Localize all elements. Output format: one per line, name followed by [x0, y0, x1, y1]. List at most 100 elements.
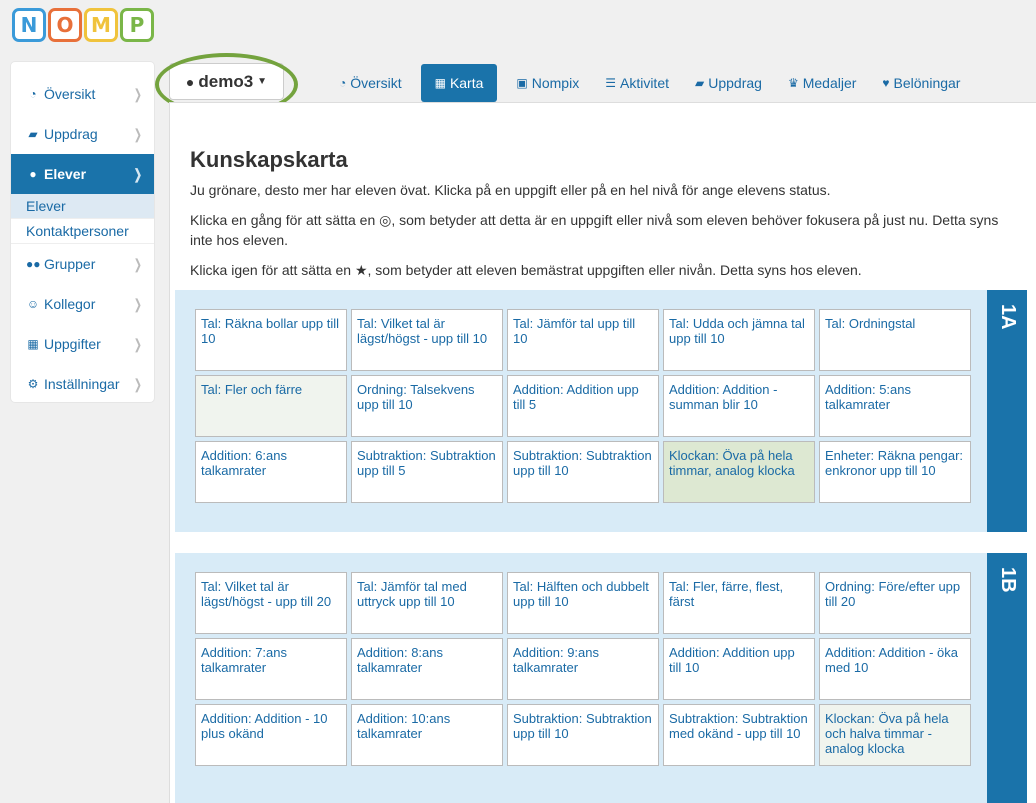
book-icon: ▰ — [28, 127, 38, 141]
tab-aktivitet[interactable]: ☰ Aktivitet — [592, 64, 682, 102]
sidebar-item-label: Elever — [44, 166, 87, 182]
tab-uppdrag[interactable]: ▰ Uppdrag — [682, 64, 775, 102]
task-cell[interactable]: Tal: Jämför tal upp till 10 — [507, 309, 659, 371]
task-cell[interactable]: Subtraktion: Subtraktion med okänd - upp… — [663, 704, 815, 766]
logo-tile-m: M — [84, 8, 118, 42]
tab-oversikt[interactable]: ◔ Översikt — [326, 64, 415, 102]
sidebar-item-uppdrag[interactable]: ▰ Uppdrag ❯ — [11, 114, 154, 154]
tab-label: Översikt — [350, 75, 402, 91]
tab-label: Aktivitet — [619, 75, 669, 91]
sidebar-item-label: Kollegor — [44, 296, 96, 312]
level-tab-1a[interactable]: 1A — [987, 290, 1027, 532]
tab-beloningar[interactable]: ♥ Belöningar — [869, 64, 973, 102]
logo-tile-n: N — [12, 8, 46, 42]
tab-karta[interactable]: ▦ Karta — [420, 64, 498, 102]
heart-icon: ♥ — [882, 76, 890, 90]
sidebar-item-elever[interactable]: ● Elever ❯ — [11, 154, 154, 194]
task-cell[interactable]: Ordning: Före/efter upp till 20 — [819, 572, 971, 634]
sidebar-item-uppgifter[interactable]: ▦ Uppgifter ❯ — [11, 324, 154, 364]
task-cell[interactable]: Tal: Fler och färre — [195, 375, 347, 437]
intro-text: Ju grönare, desto mer har eleven övat. K… — [190, 182, 831, 198]
caret-down-icon: ▼ — [257, 76, 268, 87]
task-cell[interactable]: Addition: 5:ans talkamrater — [819, 375, 971, 437]
book-icon: ▰ — [695, 76, 705, 90]
money-icon: ▣ — [516, 76, 528, 90]
task-cell[interactable]: Tal: Hälften och dubbelt upp till 10 — [507, 572, 659, 634]
chevron-right-icon: ❯ — [134, 126, 143, 142]
sidebar-item-kollegor[interactable]: ☺ Kollegor ❯ — [11, 284, 154, 324]
task-cell[interactable]: Addition: 9:ans talkamrater — [507, 638, 659, 700]
sidebar-subitem-kontaktpersoner[interactable]: Kontaktpersoner — [11, 219, 154, 244]
sidebar-item-grupper[interactable]: ●● Grupper ❯ — [11, 244, 154, 284]
task-cell[interactable]: Addition: Addition upp till 5 — [507, 375, 659, 437]
task-cell[interactable]: Addition: Addition - summan blir 10 — [663, 375, 815, 437]
star-text: Klicka igen för att sätta en ★, som bety… — [190, 262, 862, 278]
dashboard-icon: ◔ — [29, 87, 37, 101]
task-cell[interactable]: Tal: Vilket tal är lägst/högst - upp til… — [195, 572, 347, 634]
level-1b[interactable]: 1B Tal: Vilket tal är lägst/högst - upp … — [175, 553, 1027, 803]
chevron-right-icon: ❯ — [134, 256, 143, 272]
task-cell[interactable]: Tal: Räkna bollar upp till 10 — [195, 309, 347, 371]
list-icon: ☰ — [605, 76, 616, 90]
task-cell[interactable]: Addition: Addition - öka med 10 — [819, 638, 971, 700]
level-1a[interactable]: 1A Tal: Räkna bollar upp till 10 Tal: Vi… — [175, 290, 1027, 532]
sidebar-submenu: Elever Kontaktpersoner — [11, 194, 154, 244]
task-cell[interactable]: Tal: Vilket tal är lägst/högst - upp til… — [351, 309, 503, 371]
tab-label: Belöningar — [893, 75, 961, 91]
task-cell[interactable]: Addition: 8:ans talkamrater — [351, 638, 503, 700]
user-dropdown-button[interactable]: ● demo3 ▼ — [169, 63, 284, 100]
task-cell[interactable]: Tal: Ordningstal — [819, 309, 971, 371]
tab-nompix[interactable]: ▣ Nompix — [503, 64, 592, 102]
task-cell[interactable]: Addition: 10:ans talkamrater — [351, 704, 503, 766]
task-cell[interactable]: Tal: Fler, färre, flest, färst — [663, 572, 815, 634]
user-icon: ● — [29, 167, 37, 181]
grid-icon: ▦ — [434, 76, 446, 90]
logo-tile-p: P — [120, 8, 154, 42]
task-grid-1a: Tal: Räkna bollar upp till 10 Tal: Vilke… — [195, 309, 971, 503]
sidebar: ◔ Översikt ❯ ▰ Uppdrag ❯ ● Elever ❯ Elev… — [11, 62, 154, 402]
task-cell[interactable]: Addition: 7:ans talkamrater — [195, 638, 347, 700]
focus-text-line1: Klicka en gång för att sätta en ◎, som b… — [190, 212, 999, 228]
chevron-right-icon: ❯ — [134, 166, 143, 182]
task-cell[interactable]: Subtraktion: Subtraktion upp till 10 — [507, 704, 659, 766]
task-cell[interactable]: Tal: Jämför tal med uttryck upp till 10 — [351, 572, 503, 634]
level-tab-1b[interactable]: 1B — [987, 553, 1027, 803]
tab-label: Uppdrag — [708, 75, 762, 91]
tab-label: Karta — [449, 75, 484, 91]
task-cell[interactable]: Subtraktion: Subtraktion upp till 10 — [507, 441, 659, 503]
dashboard-icon: ◔ — [339, 76, 347, 90]
smile-icon: ☺ — [26, 297, 40, 311]
sidebar-item-label: Uppdrag — [44, 126, 98, 142]
chevron-right-icon: ❯ — [134, 336, 143, 352]
task-cell[interactable]: Subtraktion: Subtraktion upp till 5 — [351, 441, 503, 503]
gear-icon: ⚙ — [27, 377, 39, 391]
user-icon: ● — [185, 73, 195, 90]
sidebar-subitem-elever[interactable]: Elever — [11, 194, 154, 219]
tab-label: Nompix — [531, 75, 580, 91]
grid-icon: ▦ — [27, 337, 39, 351]
task-cell[interactable]: Addition: 6:ans talkamrater — [195, 441, 347, 503]
level-label: 1A — [997, 304, 1019, 330]
sidebar-item-installningar[interactable]: ⚙ Inställningar ❯ — [11, 364, 154, 404]
page-title: Kunskapskarta — [190, 147, 348, 172]
tab-medaljer[interactable]: ♛ Medaljer — [775, 64, 869, 102]
task-cell[interactable]: Addition: Addition upp till 10 — [663, 638, 815, 700]
task-cell[interactable]: Enheter: Räkna pengar: enkronor upp till… — [819, 441, 971, 503]
task-cell[interactable]: Addition: Addition - 10 plus okänd — [195, 704, 347, 766]
task-cell[interactable]: Klockan: Öva på hela timmar, analog kloc… — [663, 441, 815, 503]
task-cell[interactable]: Tal: Udda och jämna tal upp till 10 — [663, 309, 815, 371]
sidebar-item-label: Grupper — [44, 256, 96, 272]
tab-label: Medaljer — [802, 75, 857, 91]
nomp-logo[interactable]: N O M P — [12, 8, 154, 42]
task-cell[interactable]: Klockan: Öva på hela och halva timmar - … — [819, 704, 971, 766]
tab-bar: ◔ Översikt ▦ Karta ▣ Nompix ☰ Aktivitet … — [326, 64, 973, 102]
sidebar-item-oversikt[interactable]: ◔ Översikt ❯ — [11, 74, 154, 114]
users-icon: ●● — [26, 257, 41, 271]
sidebar-item-label: Uppgifter — [44, 336, 101, 352]
chevron-right-icon: ❯ — [134, 296, 143, 312]
trophy-icon: ♛ — [787, 76, 799, 90]
task-cell[interactable]: Ordning: Talsekvens upp till 10 — [351, 375, 503, 437]
focus-text-line2: inte hos eleven. — [190, 232, 289, 248]
sidebar-item-label: Inställningar — [44, 376, 120, 392]
main-panel: Kunskapskarta Ju grönare, desto mer har … — [169, 102, 1036, 803]
